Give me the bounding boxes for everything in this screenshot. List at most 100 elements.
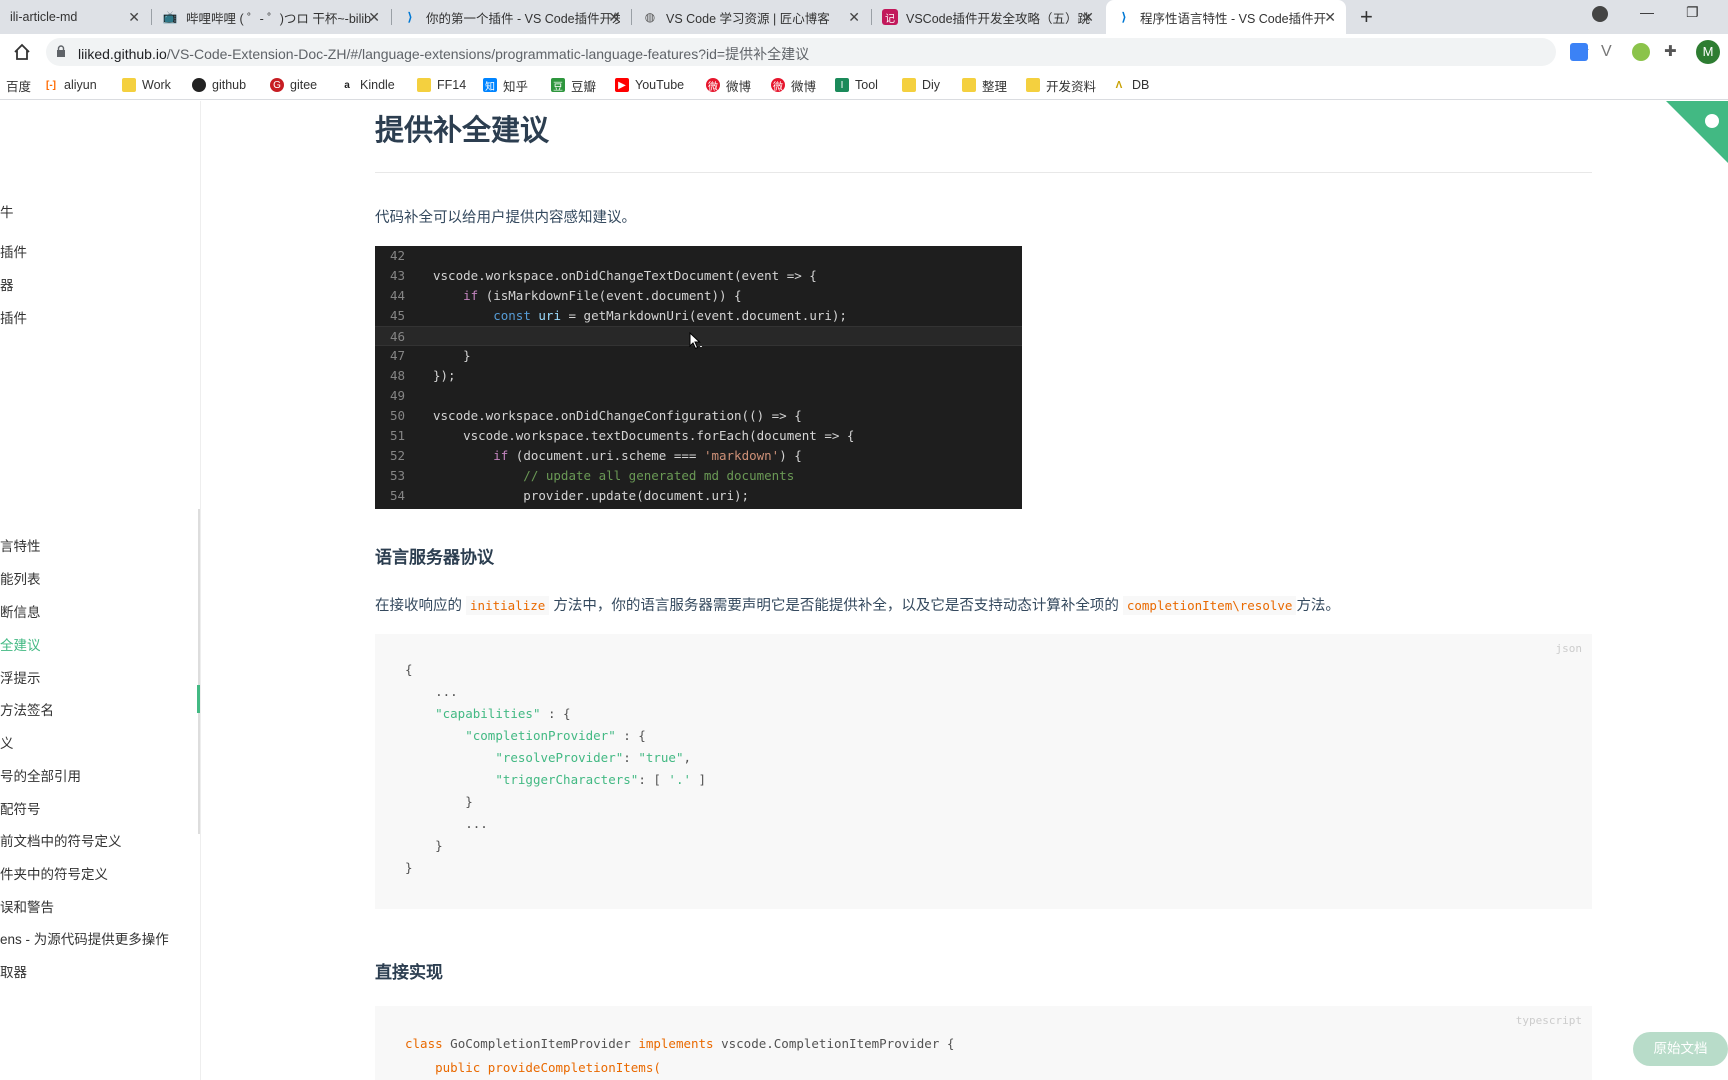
bookmark-zhihu[interactable]: 知知乎: [483, 76, 528, 94]
bookmark-youtube[interactable]: ▶ YouTube: [615, 76, 684, 94]
sidebar-item[interactable]: 浮提示: [0, 667, 41, 687]
sidebar-item[interactable]: 号的全部引用: [0, 765, 81, 785]
sidebar-item[interactable]: 义: [0, 732, 14, 752]
sidebar-item[interactable]: 全建议: [0, 634, 41, 654]
sidebar-item[interactable]: 能列表: [0, 568, 41, 588]
line-number: 43: [389, 268, 405, 283]
url-text: liiked.github.io/VS-Code-Extension-Doc-Z…: [78, 44, 809, 64]
bookmark-devdocs[interactable]: 开发资料: [1026, 76, 1096, 94]
globe-icon: ◍: [644, 10, 656, 24]
sidebar-item[interactable]: 误和警告: [0, 896, 54, 916]
close-icon[interactable]: ✕: [848, 9, 860, 26]
page-title: 提供补全建议: [375, 115, 550, 147]
url-host: liiked.github.io: [78, 46, 167, 62]
sidebar-item[interactable]: 插件: [0, 307, 27, 327]
line-number: 50: [389, 408, 405, 423]
sidebar-item[interactable]: 取器: [0, 961, 27, 981]
bookmark-baidu[interactable]: 百度: [6, 76, 31, 94]
bookmark-kindle[interactable]: a Kindle: [340, 76, 395, 94]
lock-icon[interactable]: [56, 45, 66, 57]
sidebar-item[interactable]: 插件: [0, 241, 27, 261]
close-icon[interactable]: ✕: [1324, 9, 1336, 26]
editor-line: 48});: [375, 366, 1022, 386]
weibo-icon: 微: [706, 78, 720, 93]
bookmark-aliyun[interactable]: [-] aliyun: [44, 76, 97, 94]
address-bar: liiked.github.io/VS-Code-Extension-Doc-Z…: [0, 34, 1728, 70]
line-number: 54: [389, 488, 405, 503]
code-text: GoCompletionItemProvider: [442, 1036, 639, 1051]
sidebar-item[interactable]: 言特性: [0, 535, 41, 555]
bookmark-label: 微博: [791, 79, 817, 94]
bookmark-douban[interactable]: 豆豆瓣: [551, 76, 596, 94]
sidebar-item[interactable]: 件夹中的符号定义: [0, 863, 108, 883]
tool-icon: I: [835, 78, 849, 92]
bookmark-work[interactable]: Work: [122, 76, 171, 94]
mouse-cursor-icon: [689, 332, 701, 350]
tab-5[interactable]: 记 VSCode插件开发全攻略（五）跳 ✕: [872, 0, 1104, 34]
extensions-puzzle-icon[interactable]: ✚: [1664, 43, 1682, 61]
editor-line: 53 // update all generated md documents: [375, 466, 1022, 486]
close-icon[interactable]: ✕: [128, 9, 140, 26]
sidebar-item[interactable]: 器: [0, 274, 14, 294]
main-content: 提供补全建议 代码补全可以给用户提供内容感知建议。 42 43 vscode.wor…: [202, 101, 1728, 1080]
bookmark-tool[interactable]: I Tool: [835, 76, 878, 94]
bookmark-label: 开发资料: [1046, 79, 1097, 94]
inline-code-initialize: initialize: [466, 596, 550, 615]
bookmark-gitee[interactable]: Ggitee: [270, 76, 317, 94]
bookmark-diy[interactable]: Diy: [902, 76, 940, 94]
sidebar-scrollbar[interactable]: [198, 509, 200, 834]
close-icon[interactable]: ✕: [1082, 9, 1094, 26]
line-number: 48: [389, 368, 405, 383]
line-number: 46: [389, 329, 405, 344]
line-number: 47: [389, 348, 405, 363]
tab-4[interactable]: ◍ VS Code 学习资源 | 匠心博客 ✕: [632, 0, 870, 34]
extension-1-icon[interactable]: [1570, 43, 1588, 61]
vue-devtools-icon[interactable]: V: [1601, 43, 1619, 61]
new-tab-button[interactable]: +: [1360, 4, 1373, 30]
close-icon[interactable]: ✕: [368, 9, 380, 26]
sidebar-item[interactable]: 方法签名: [0, 699, 54, 719]
bookmark-weibo-1[interactable]: 微微博: [706, 76, 751, 94]
code-line: "capabilities" : {: [435, 706, 571, 721]
folder-icon: [962, 78, 976, 92]
code-language-label: typescript: [1515, 1014, 1582, 1027]
original-doc-button[interactable]: 原始文档: [1633, 1032, 1728, 1066]
profile-avatar[interactable]: M: [1696, 40, 1720, 64]
bookmark-weibo-2[interactable]: 微微博: [771, 76, 816, 94]
tab-1[interactable]: ili-article-md ✕: [0, 0, 150, 34]
folder-icon: [122, 78, 136, 92]
tab-title: VSCode插件开发全攻略（五）跳: [906, 11, 1091, 26]
tab-3[interactable]: ⟩ 你的第一个插件 - VS Code插件开发 ✕: [392, 0, 630, 34]
github-corner-icon[interactable]: [1666, 101, 1728, 163]
sidebar-item[interactable]: 前文档中的符号定义: [0, 830, 122, 850]
folder-icon: [1026, 78, 1040, 92]
sidebar-item[interactable]: 牛: [0, 201, 14, 221]
restore-icon[interactable]: ❐: [1686, 4, 1699, 21]
url-omnibox[interactable]: liiked.github.io/VS-Code-Extension-Doc-Z…: [46, 38, 1590, 66]
bookmark-github[interactable]: github: [192, 76, 246, 94]
extension-3-icon[interactable]: [1632, 43, 1650, 61]
tab-title: 程序性语言特性 - VS Code插件开: [1140, 11, 1327, 26]
bookmark-label: 豆瓣: [571, 79, 597, 94]
bookmark-zhengli[interactable]: 整理: [962, 76, 1007, 94]
sidebar-item[interactable]: 断信息: [0, 601, 41, 621]
bookmark-ff14[interactable]: FF14: [417, 76, 466, 94]
line-number: 51: [389, 428, 405, 443]
tab-6-active[interactable]: ⟩ 程序性语言特性 - VS Code插件开 ✕: [1106, 0, 1346, 34]
url-path: /VS-Code-Extension-Doc-ZH/#/language-ext…: [166, 46, 810, 62]
bookmark-label: gitee: [290, 78, 318, 92]
sidebar-item[interactable]: 配符号: [0, 798, 41, 818]
code-line: "completionProvider" : {: [465, 728, 646, 743]
home-icon[interactable]: [12, 42, 32, 62]
bookmark-db[interactable]: Λ DB: [1112, 76, 1150, 94]
docs-sidebar: 牛插件器插件 言特性 能列表 断信息 全建议 浮提示 方法签名义号的全部引用 配符号 前文档中的…: [0, 101, 201, 1080]
minimize-icon[interactable]: —: [1640, 4, 1654, 20]
sidebar-item[interactable]: ens - 为源代码提供更多操作: [0, 928, 169, 948]
tab-search-icon[interactable]: [1592, 6, 1608, 22]
editor-code-text: vscode.workspace.onDidChangeConfiguratio…: [433, 408, 802, 423]
close-icon[interactable]: ✕: [608, 9, 620, 26]
editor-code-text: if (document.uri.scheme === 'markdown') …: [493, 448, 802, 463]
editor-code-text: if (isMarkdownFile(event.document)) {: [463, 288, 742, 303]
tab-2[interactable]: 📺 哔哩哔哩 ( ゜- ゜)つロ 干杯~-bilib ✕: [152, 0, 390, 34]
code-line: "resolveProvider": "true",: [495, 750, 691, 765]
